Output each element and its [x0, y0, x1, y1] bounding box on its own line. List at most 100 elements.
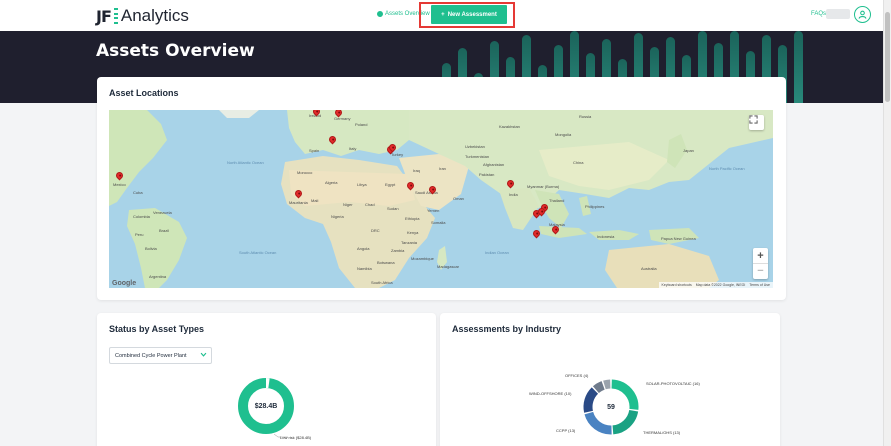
industry-label-wind: WIND-OFFSHORE (10)	[529, 391, 572, 396]
map-label: Oman	[453, 196, 464, 201]
map-label: Kazakhstan	[499, 124, 520, 129]
map-label: Mali	[311, 198, 319, 203]
industry-slice-offices[interactable]	[592, 381, 605, 394]
map-label: Zambia	[391, 248, 405, 253]
map-label: Turkmenistan	[465, 154, 490, 159]
map-label: Italy	[349, 146, 357, 151]
status-donut-center: $28.4B	[255, 403, 278, 410]
map-label: Yemen	[427, 208, 440, 213]
map-label: Namibia	[357, 266, 372, 271]
map-label: Pakistan	[479, 172, 495, 177]
industry-slice-solar-photovoltaic[interactable]	[611, 379, 639, 410]
status-legend: Low risk ($28.4B)	[280, 435, 312, 440]
top-nav: JF Analytics Assets Overview + New Asses…	[0, 0, 883, 31]
page-title: Assets Overview	[96, 41, 255, 61]
brand-logo[interactable]: JF Analytics	[96, 6, 189, 26]
map-label: Egypt	[385, 182, 396, 187]
map-label: North Pacific Ocean	[709, 166, 745, 171]
user-icon	[858, 10, 867, 19]
map-label: Mexico	[113, 182, 126, 187]
map-label: Australia	[641, 266, 657, 271]
map-label: Russia	[579, 114, 592, 119]
industry-slice-ccpp[interactable]	[584, 411, 612, 435]
map-label: Botswana	[377, 260, 395, 265]
plus-icon: +	[441, 11, 445, 18]
logo-mark: JF	[96, 6, 112, 26]
user-avatar[interactable]	[854, 6, 871, 23]
asset-locations-title: Asset Locations	[109, 88, 179, 98]
map-label: Argentina	[149, 274, 167, 279]
map-label: Afghanistan	[483, 162, 505, 167]
map-label: Brazil	[159, 228, 170, 233]
chevron-down-icon	[200, 351, 207, 360]
map-label: Madagascar	[437, 264, 460, 269]
status-by-asset-types-title: Status by Asset Types	[109, 324, 205, 334]
world-map	[109, 110, 773, 288]
new-assessment-label: New Assessment	[447, 11, 497, 18]
zoom-out-button[interactable]: −	[753, 263, 768, 278]
map-footer: Keyboard shortcuts Map data ©2022 Google…	[658, 282, 773, 288]
industry-label-thermal: THERMAL/OHS (13)	[643, 430, 681, 435]
map-data-credit: Map data ©2022 Google, INEGI	[695, 283, 746, 287]
faqs-link[interactable]: FAQs	[811, 11, 826, 17]
industry-label-offices: OFFICES (4)	[565, 373, 589, 378]
map-label: India	[509, 192, 518, 197]
industry-donut: 59	[583, 379, 639, 435]
map-label: Somalia	[431, 220, 446, 225]
map-label: Colombia	[133, 214, 150, 219]
industry-slice-other[interactable]	[603, 379, 611, 390]
map-label: Iran	[439, 166, 446, 171]
asset-map[interactable]: Ireland Germany Poland Spain Italy Turke…	[109, 110, 773, 288]
logo-stripes	[113, 8, 118, 24]
map-label: Mozambique	[411, 256, 434, 261]
industry-donut-center: 59	[607, 404, 615, 411]
map-label: Thailand	[549, 198, 565, 203]
map-shortcuts-link[interactable]: Keyboard shortcuts	[662, 283, 692, 287]
scrollbar-thumb[interactable]	[885, 12, 890, 102]
map-label: Turkey	[391, 152, 404, 157]
industry-slice-wind-offshore[interactable]	[583, 387, 599, 413]
user-name-redacted	[826, 9, 850, 19]
industry-label-ccpp: CCPP (13)	[556, 428, 576, 433]
fullscreen-button[interactable]	[749, 115, 764, 130]
map-label: Nigeria	[331, 214, 344, 219]
map-label: Poland	[355, 122, 368, 127]
map-label: Peru	[135, 232, 144, 237]
page-scrollbar[interactable]	[883, 0, 891, 446]
map-label: Chad	[365, 202, 375, 207]
map-label: Niger	[343, 202, 353, 207]
zoom-in-button[interactable]: +	[753, 248, 768, 263]
map-label: Mongolia	[555, 132, 572, 137]
map-terms-link[interactable]: Terms of Use	[749, 283, 770, 287]
map-label: Ethiopia	[405, 216, 420, 221]
map-label: DRC	[371, 228, 380, 233]
map-label: Germany	[334, 116, 351, 121]
map-label: Uzbekistan	[465, 144, 485, 149]
fullscreen-icon	[749, 115, 758, 124]
map-label: Libya	[357, 182, 367, 187]
map-label: Papua New Guinea	[661, 236, 696, 241]
map-label: Kenya	[407, 230, 419, 235]
map-label: Iraq	[413, 168, 420, 173]
map-label: China	[573, 160, 584, 165]
map-label: Tanzania	[401, 240, 418, 245]
map-label: Philippines	[585, 204, 605, 209]
map-label: Indonesia	[597, 234, 615, 239]
assessments-by-industry-title: Assessments by Industry	[452, 324, 562, 334]
status-donut: $28.4B	[238, 378, 294, 434]
asset-type-select[interactable]: Combined Cycle Power Plant	[109, 347, 212, 364]
logo-text: Analytics	[120, 6, 189, 25]
map-label: Japan	[683, 148, 694, 153]
map-label: Cuba	[133, 190, 143, 195]
map-label: Sudan	[387, 206, 399, 211]
google-logo: Google	[112, 280, 137, 287]
map-label: Angola	[357, 246, 370, 251]
map-label: Morocco	[297, 170, 313, 175]
industry-slice-thermal/ohs[interactable]	[612, 409, 639, 435]
map-label: Algeria	[325, 180, 338, 185]
new-assessment-button[interactable]: + New Assessment	[431, 5, 507, 24]
map-label: South Atlantic Ocean	[239, 250, 277, 255]
map-label: Venezuela	[153, 210, 172, 215]
asset-type-select-value: Combined Cycle Power Plant	[115, 352, 187, 359]
globe-icon	[377, 11, 383, 17]
